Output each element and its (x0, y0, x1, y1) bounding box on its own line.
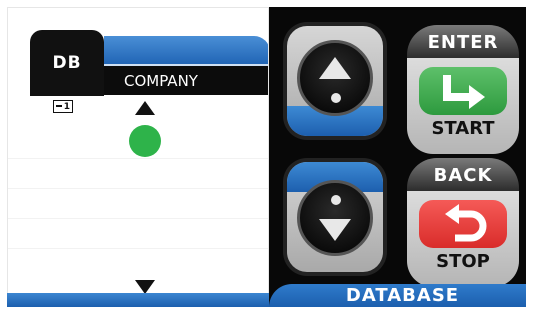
start-key-face (419, 67, 507, 115)
dot-icon (331, 195, 341, 205)
screen-header: COMPANY (104, 36, 268, 95)
return-arrow-icon (445, 204, 487, 242)
header-blue-strip (104, 36, 268, 66)
nav-up-button[interactable] (283, 22, 387, 140)
stop-key-face (419, 200, 507, 248)
enter-arrow-icon (443, 75, 485, 109)
scroll-down-icon (135, 280, 155, 294)
nav-down-button[interactable] (283, 158, 387, 276)
header-black-strip: COMPANY (104, 66, 268, 95)
nav-down-circle (297, 180, 373, 256)
stop-label: STOP (436, 251, 490, 272)
database-tab-label: DB (52, 53, 82, 73)
triangle-up-icon (319, 57, 351, 79)
footer-label: DATABASE (345, 285, 460, 306)
start-label: START (431, 118, 495, 139)
back-label-cap: BACK (407, 158, 519, 192)
enter-start-button[interactable]: ENTER START (407, 25, 519, 159)
row-divider (8, 248, 268, 249)
database-tab: DB (30, 30, 104, 96)
triangle-down-icon (319, 219, 351, 241)
dot-icon (331, 93, 341, 103)
row-divider (8, 218, 268, 219)
page-indicator: 1 (53, 100, 73, 113)
enter-label: ENTER (427, 31, 499, 53)
header-title: COMPANY (124, 72, 198, 90)
nav-up-circle (297, 40, 373, 116)
row-divider (8, 158, 268, 159)
panel-footer: DATABASE (269, 284, 526, 307)
enter-label-cap: ENTER (407, 25, 519, 59)
status-indicator-dot (129, 125, 161, 157)
back-label: BACK (433, 164, 493, 186)
scroll-up-icon (135, 101, 155, 115)
display-screen: DB COMPANY 1 (7, 7, 269, 295)
back-stop-button[interactable]: BACK STOP (407, 158, 519, 292)
row-divider (8, 188, 268, 189)
